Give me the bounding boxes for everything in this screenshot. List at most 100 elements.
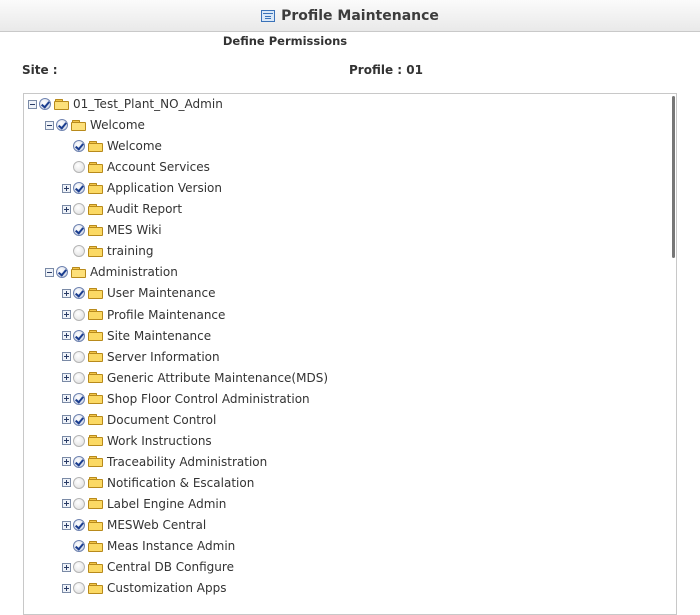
tree-node-label: 01_Test_Plant_NO_Admin <box>73 97 223 111</box>
expand-icon[interactable] <box>62 583 71 593</box>
tree-node[interactable]: Server Information <box>62 348 220 366</box>
permission-checkbox-checked[interactable] <box>73 140 85 153</box>
expand-icon[interactable] <box>62 204 71 214</box>
expand-icon[interactable] <box>62 352 71 362</box>
tree-node-label: training <box>107 244 154 259</box>
tree-node[interactable]: Welcome <box>45 116 145 134</box>
tree-node[interactable]: User Maintenance <box>62 284 215 302</box>
permission-checkbox-checked[interactable] <box>73 540 85 553</box>
tree-node-label: Profile Maintenance <box>107 307 226 322</box>
tree-node-label: MES Wiki <box>107 223 162 238</box>
scrollbar-thumb[interactable] <box>672 96 675 258</box>
permission-checkbox-checked[interactable] <box>73 287 85 300</box>
tree-node-label: User Maintenance <box>107 286 216 301</box>
folder-icon <box>88 393 103 405</box>
tree-node-label: Work Instructions <box>107 433 212 448</box>
permission-checkbox-unchecked[interactable] <box>73 371 85 384</box>
permission-checkbox-unchecked[interactable] <box>73 582 85 595</box>
folder-icon <box>88 414 103 426</box>
collapse-icon[interactable] <box>45 120 54 130</box>
expand-icon[interactable] <box>62 478 71 488</box>
permission-checkbox-checked[interactable] <box>56 266 68 279</box>
expand-icon[interactable] <box>62 562 71 572</box>
folder-icon <box>88 287 103 299</box>
permission-checkbox-unchecked[interactable] <box>73 203 85 216</box>
tree-node[interactable]: Notification & Escalation <box>62 474 254 492</box>
permission-checkbox-unchecked[interactable] <box>73 245 85 258</box>
permission-checkbox-unchecked[interactable] <box>73 308 85 321</box>
folder-icon <box>88 224 103 236</box>
expand-icon[interactable] <box>62 415 71 425</box>
expand-icon[interactable] <box>62 457 71 467</box>
tree-node[interactable]: Central DB Configure <box>62 558 234 576</box>
tree-node[interactable]: Welcome <box>62 137 162 155</box>
permission-checkbox-unchecked[interactable] <box>73 476 85 489</box>
expand-icon[interactable] <box>62 520 71 530</box>
expand-icon[interactable] <box>62 373 71 383</box>
permission-checkbox-unchecked[interactable] <box>73 434 85 447</box>
permission-checkbox-unchecked[interactable] <box>73 161 85 174</box>
tree-node[interactable]: Meas Instance Admin <box>62 537 235 555</box>
tree-node[interactable]: Site Maintenance <box>62 327 211 345</box>
tree-node-label: Traceability Administration <box>107 454 268 469</box>
permission-tree[interactable]: 01_Test_Plant_NO_Admin Welcome Welcome Acco… <box>23 93 677 615</box>
tree-node[interactable]: MESWeb Central <box>62 516 206 534</box>
expand-icon[interactable] <box>62 183 71 193</box>
folder-icon <box>88 309 103 320</box>
tree-node-label: Application Version <box>107 181 222 196</box>
tree-node[interactable]: Profile Maintenance <box>62 306 225 324</box>
tree-node-label: Generic Attribute Maintenance(MDS) <box>107 370 329 385</box>
permission-checkbox-checked[interactable] <box>39 98 51 110</box>
tree-node[interactable]: Administration <box>45 263 178 281</box>
tree-node[interactable]: Label Engine Admin <box>62 495 226 513</box>
tree-node[interactable]: Work Instructions <box>62 432 212 450</box>
permission-checkbox-checked[interactable] <box>56 119 68 132</box>
tree-node[interactable]: Account Services <box>62 158 210 176</box>
tree-node[interactable]: Generic Attribute Maintenance(MDS) <box>62 369 328 387</box>
folder-icon <box>88 140 103 152</box>
permission-checkbox-checked[interactable] <box>73 329 85 342</box>
tree-node-label: Shop Floor Control Administration <box>107 391 310 406</box>
tree-node[interactable]: Customization Apps <box>62 579 226 597</box>
expand-icon[interactable] <box>62 436 71 446</box>
window-title: Profile Maintenance <box>281 7 439 24</box>
title-bar: Profile Maintenance <box>0 0 700 32</box>
permission-checkbox-checked[interactable] <box>73 182 85 195</box>
folder-icon <box>88 182 103 194</box>
collapse-icon[interactable] <box>28 99 37 109</box>
tree-node[interactable]: Document Control <box>62 411 216 429</box>
folder-icon <box>88 372 103 384</box>
permission-checkbox-checked[interactable] <box>73 519 85 531</box>
permission-checkbox-checked[interactable] <box>73 392 85 405</box>
tree-node[interactable]: Application Version <box>62 179 222 197</box>
section-heading: Define Permissions <box>222 34 348 48</box>
permission-checkbox-unchecked[interactable] <box>73 561 85 574</box>
folder-icon <box>88 351 103 363</box>
folder-icon <box>88 456 103 468</box>
tree-node[interactable]: training <box>62 242 154 260</box>
expand-icon[interactable] <box>62 288 71 298</box>
tree-node[interactable]: Shop Floor Control Administration <box>62 390 310 408</box>
permission-checkbox-checked[interactable] <box>73 455 85 468</box>
expand-icon[interactable] <box>62 331 71 341</box>
tree-node[interactable]: Audit Report <box>62 200 182 218</box>
permission-checkbox-unchecked[interactable] <box>73 350 85 363</box>
folder-icon <box>88 519 103 531</box>
tree-node-label: Central DB Configure <box>107 560 234 575</box>
expand-icon[interactable] <box>62 394 71 404</box>
expand-icon[interactable] <box>62 499 71 509</box>
expand-icon[interactable] <box>62 310 71 319</box>
permission-checkbox-checked[interactable] <box>73 224 85 237</box>
permission-checkbox-checked[interactable] <box>73 413 85 426</box>
collapse-icon[interactable] <box>45 267 54 277</box>
tree-node-label: Site Maintenance <box>107 328 212 343</box>
tree-node[interactable]: 01_Test_Plant_NO_Admin <box>28 95 223 113</box>
tree-node[interactable]: MES Wiki <box>62 221 162 239</box>
folder-open-icon <box>71 119 86 131</box>
profile-label: Profile : 01 <box>349 63 423 77</box>
folder-icon <box>88 582 103 594</box>
tree-node-label: Welcome <box>107 139 162 154</box>
tree-node[interactable]: Traceability Administration <box>62 453 267 471</box>
permission-checkbox-unchecked[interactable] <box>73 497 85 510</box>
